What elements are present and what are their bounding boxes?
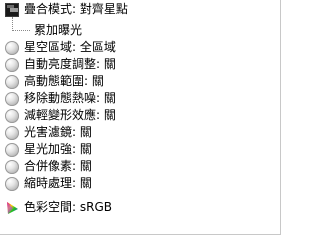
radio-bullet-icon [5,176,19,191]
tree-item-label: 自動亮度調整: 關 [24,57,116,71]
tree-item-overlay-mode[interactable]: 疊合模式: 對齊星點 [5,1,128,18]
tree-item-star-enhance[interactable]: 星光加強: 關 [5,141,92,158]
radio-bullet-icon [5,40,19,55]
radio-bullet-icon [5,91,19,106]
radio-bullet-icon [5,57,19,72]
tree-item-reduce-distortion[interactable]: 減輕變形效應: 關 [5,107,116,124]
tree-connector-vertical [12,17,13,31]
tree-item-light-pollution-filter[interactable]: 光害濾鏡: 關 [5,124,92,141]
tree-item-overlay-child[interactable]: 累加曝光 [34,22,82,39]
settings-tree-panel: 疊合模式: 對齊星點 累加曝光 星空區域: 全區域 自動亮度調整: 關 高動態範… [0,0,281,235]
color-space-icon [7,201,18,214]
tree-item-label: 星空區域: 全區域 [24,40,116,54]
tree-item-color-space[interactable]: 色彩空間: sRGB [5,199,112,216]
tree-item-binning[interactable]: 合併像素: 關 [5,158,92,175]
tree-item-label: 高動態範圍: 關 [24,74,104,88]
tree-item-label: 累加曝光 [34,23,83,37]
tree-item-label: 色彩空間: sRGB [24,200,112,214]
radio-bullet-icon [5,125,19,140]
tree-item-label: 移除動態熱噪: 關 [24,91,116,105]
tree-item-label: 合併像素: 關 [24,159,92,173]
radio-bullet-icon [5,74,19,89]
tree-item-label: 縮時處理: 關 [24,176,92,190]
tree-item-timelapse[interactable]: 縮時處理: 關 [5,175,92,192]
tree-item-hdr[interactable]: 高動態範圍: 關 [5,73,104,90]
tree-item-auto-brightness[interactable]: 自動亮度調整: 關 [5,56,116,73]
tree-item-label: 星光加強: 關 [24,142,92,156]
radio-bullet-icon [5,108,19,123]
tree-item-label: 減輕變形效應: 關 [24,108,116,122]
tree-item-label: 疊合模式: 對齊星點 [24,2,128,16]
tree-connector-horizontal [13,30,30,31]
tree-item-remove-hot-noise[interactable]: 移除動態熱噪: 關 [5,90,116,107]
tree-item-sky-area[interactable]: 星空區域: 全區域 [5,39,116,56]
radio-bullet-icon [5,142,19,157]
overlay-mode-icon [5,3,19,17]
radio-bullet-icon [5,159,19,174]
tree-item-label: 光害濾鏡: 關 [24,125,92,139]
